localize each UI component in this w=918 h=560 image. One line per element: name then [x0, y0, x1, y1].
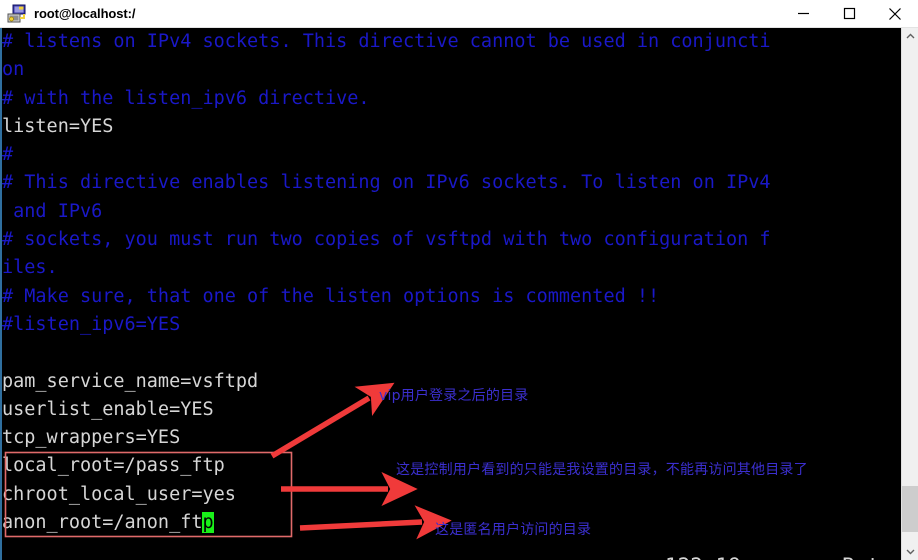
chevron-down-icon [906, 549, 915, 555]
terminal-line: on [2, 56, 901, 84]
terminal-text: and IPv6 [2, 200, 103, 222]
terminal-text: # Make sure, that one of the listen opti… [2, 285, 660, 307]
window-titlebar: root@localhost:/ [0, 0, 918, 28]
scroll-up-button[interactable] [902, 28, 918, 45]
terminal-text: # This directive enables listening on IP… [2, 172, 771, 194]
terminal-text: pam_service_name=vsftpd [2, 370, 259, 392]
close-icon [889, 7, 901, 20]
minimize-icon [797, 12, 809, 15]
terminal-body[interactable]: # listens on IPv4 sockets. This directiv… [0, 28, 901, 560]
terminal-line: #listen_ipv6=YES [2, 311, 901, 339]
terminal-text: iles. [2, 257, 58, 279]
terminal-line: # Make sure, that one of the listen opti… [2, 283, 901, 311]
terminal-line: anon_root=/anon_ftp [2, 509, 901, 537]
terminal-text: # [2, 144, 14, 166]
cursor-position-indicator: 122,19 [665, 554, 741, 560]
terminal-line: pam_service_name=vsftpd [2, 368, 901, 396]
terminal-line: tcp_wrappers=YES [2, 424, 901, 452]
scroll-mode-indicator: Bot [842, 554, 880, 560]
terminal-line: userlist_enable=YES [2, 396, 901, 424]
terminal-text: listen=YES [2, 115, 114, 137]
terminal-line: # sockets, you must run two copies of vs… [2, 226, 901, 254]
vertical-scrollbar[interactable] [901, 28, 918, 560]
terminal-text: # listens on IPv4 sockets. This directiv… [2, 31, 771, 52]
scrollbar-track[interactable] [902, 45, 918, 543]
terminal-line: iles. [2, 254, 901, 282]
terminal-cursor: p [202, 512, 214, 534]
terminal-line: chroot_local_user=yes [2, 481, 901, 509]
terminal-line: # This directive enables listening on IP… [2, 169, 901, 197]
scrollbar-thumb[interactable] [902, 486, 918, 532]
terminal-text-area: # listens on IPv4 sockets. This directiv… [2, 28, 901, 537]
terminal-text: tcp_wrappers=YES [2, 427, 181, 449]
putty-terminal-icon [7, 4, 26, 22]
terminal-text: # sockets, you must run two copies of vs… [2, 229, 771, 251]
chevron-up-icon [906, 33, 915, 39]
terminal-text: anon_root=/anon_ft [2, 512, 203, 534]
terminal-text: #listen_ipv6=YES [2, 313, 181, 335]
maximize-icon [843, 7, 855, 20]
terminal-line: # with the listen_ipv6 directive. [2, 85, 901, 113]
terminal-text: local_root=/pass_ftp [2, 455, 225, 477]
scroll-down-button[interactable] [902, 543, 918, 560]
window-title: root@localhost:/ [34, 6, 136, 21]
maximize-button[interactable] [826, 0, 872, 28]
terminal-text: chroot_local_user=yes [2, 483, 236, 505]
minimize-button[interactable] [780, 0, 826, 28]
terminal-line: # listens on IPv4 sockets. This directiv… [2, 28, 901, 56]
terminal-line: # [2, 141, 901, 169]
terminal-line: and IPv6 [2, 198, 901, 226]
terminal-line: listen=YES [2, 113, 901, 141]
terminal-window: root@localhost:/ # listens on IPv4 socke… [0, 0, 918, 560]
terminal-text: # with the listen_ipv6 directive. [2, 87, 370, 109]
terminal-text: userlist_enable=YES [2, 398, 214, 420]
terminal-line: local_root=/pass_ftp [2, 452, 901, 480]
terminal-text: on [2, 59, 25, 81]
close-button[interactable] [872, 0, 918, 28]
